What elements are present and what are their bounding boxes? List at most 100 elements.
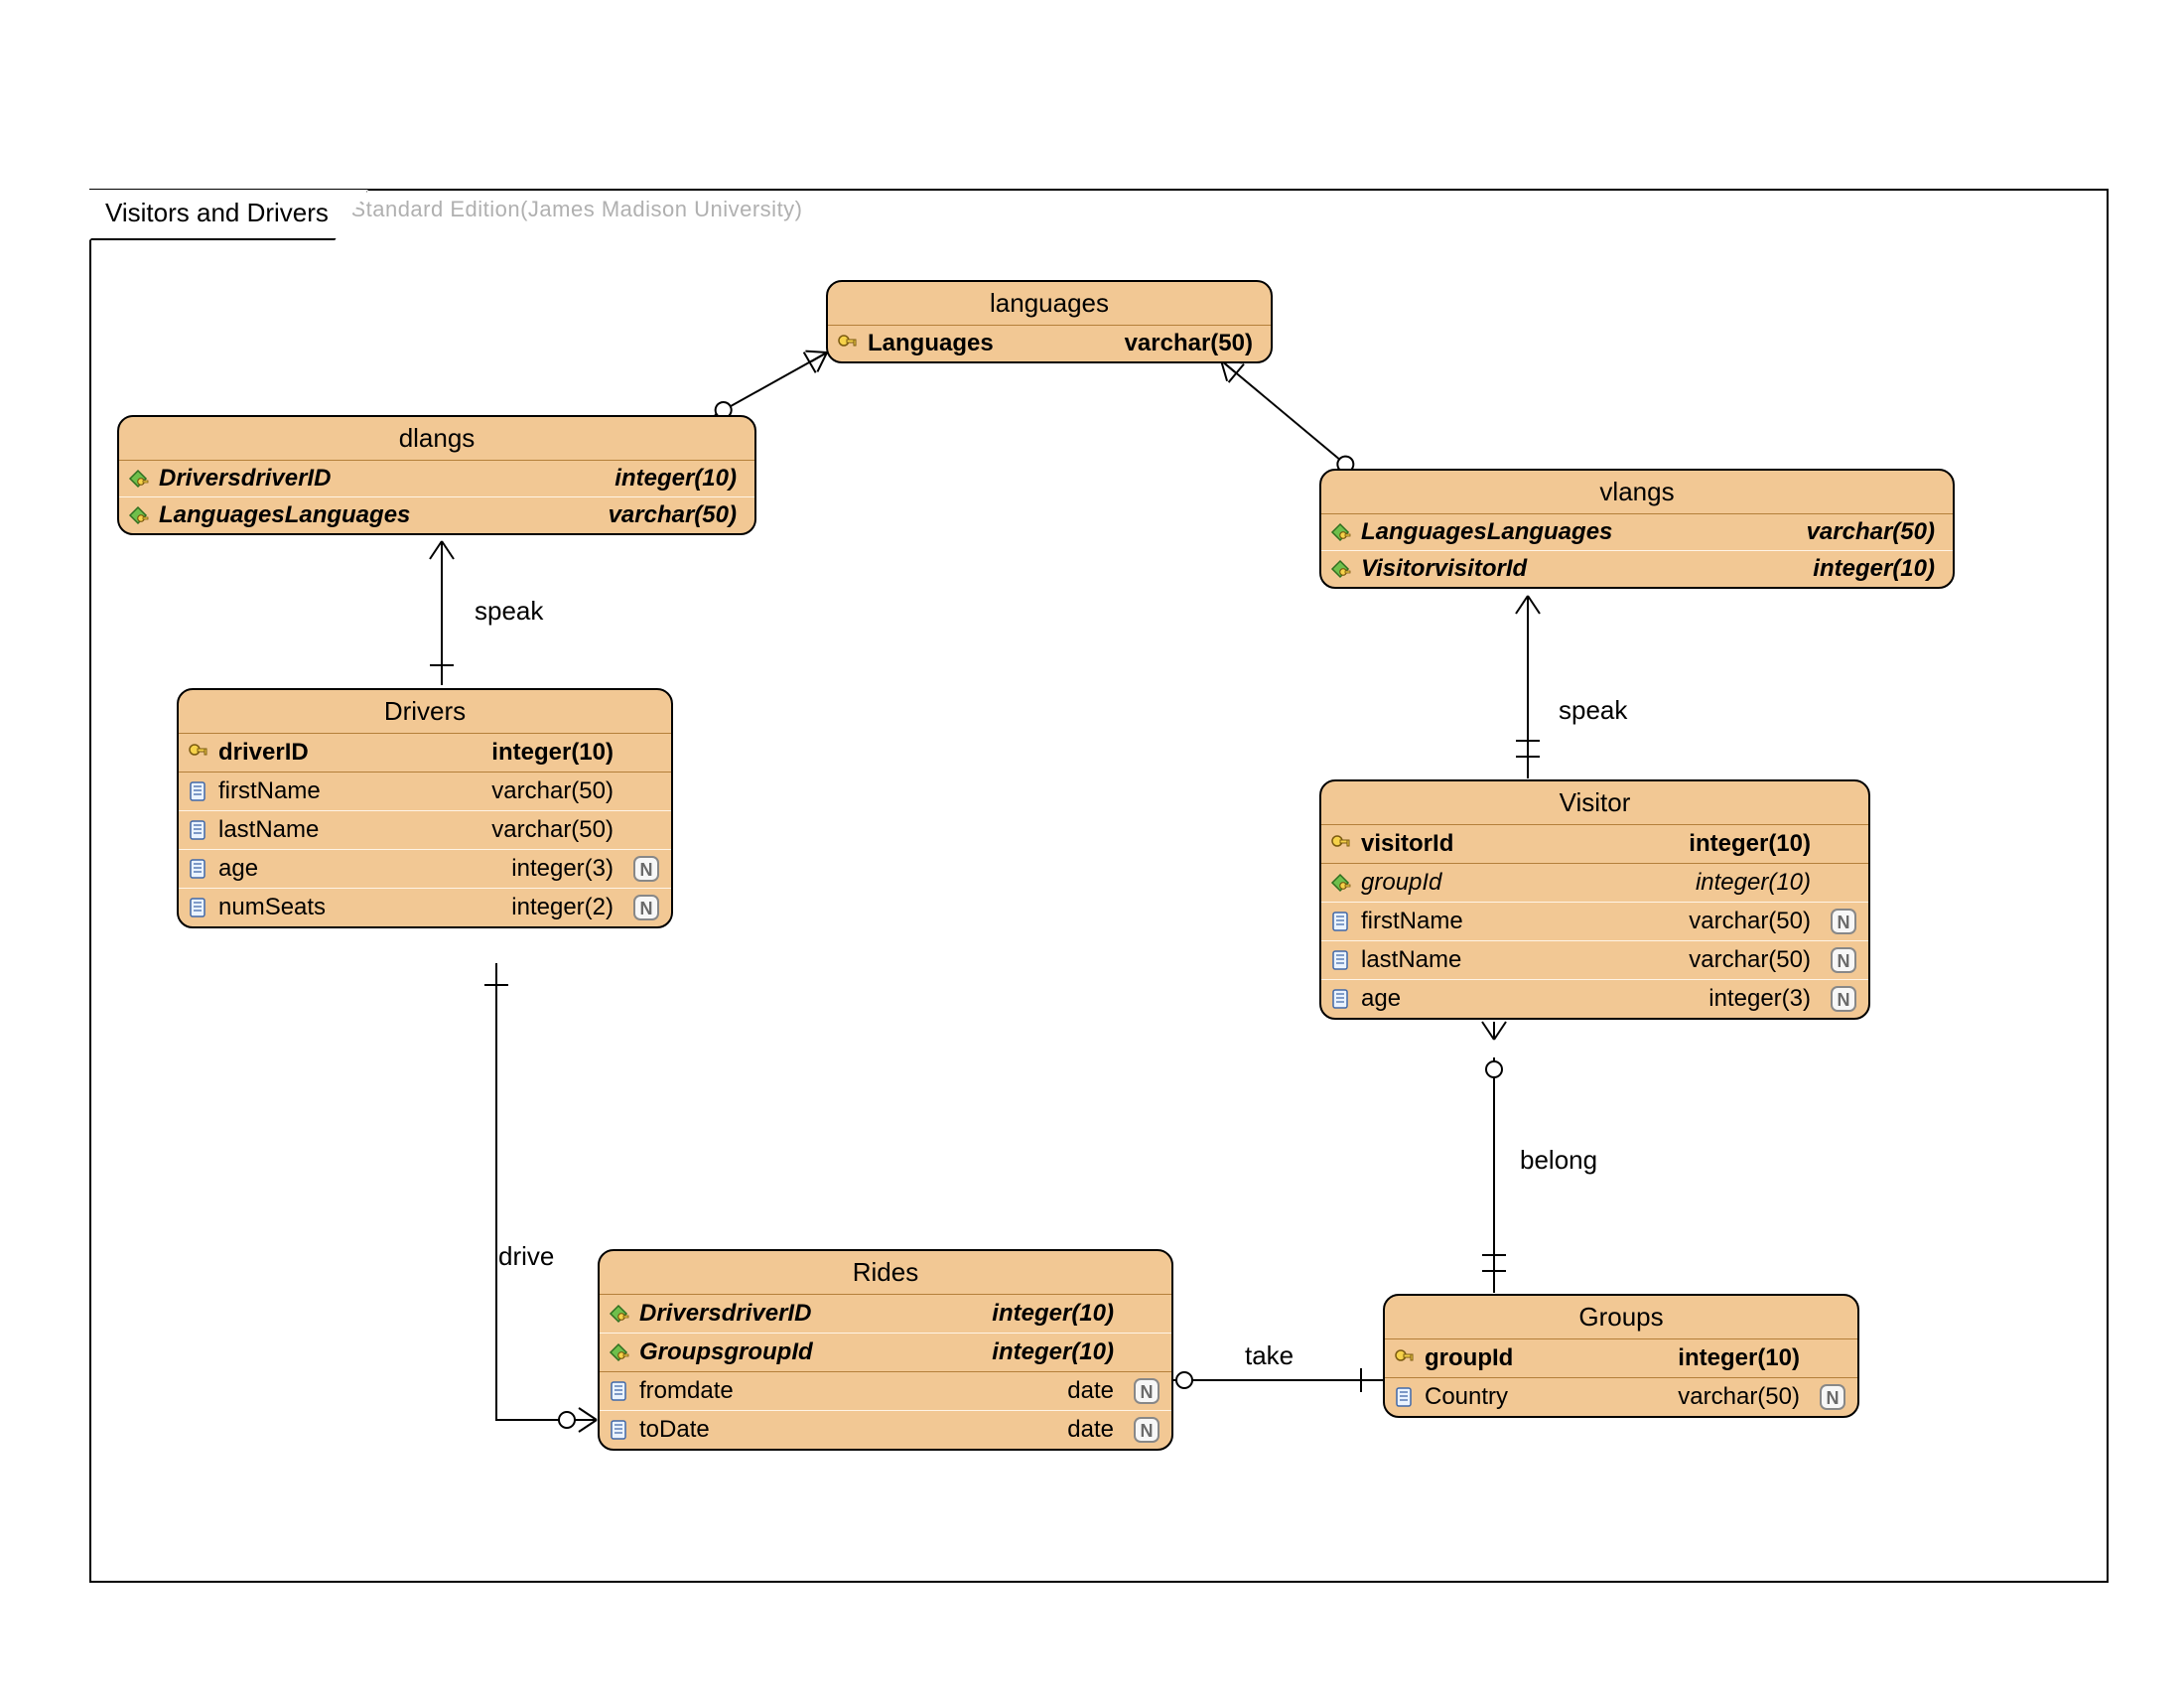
col-name: Country [1425, 1383, 1668, 1411]
label-speak-vlangs: speak [1559, 695, 1627, 726]
fk-icon [608, 1300, 629, 1328]
col-type: varchar(50) [1689, 946, 1819, 974]
fk-icon [1329, 555, 1351, 583]
column-icon [1329, 908, 1351, 935]
entity-title: vlangs [1321, 471, 1953, 514]
col-name: Languages [868, 330, 1115, 357]
col-type: varchar(50) [1125, 330, 1261, 357]
nullable-icon [631, 854, 661, 884]
nullable-icon [1829, 984, 1858, 1014]
label-speak-dlangs: speak [475, 596, 543, 627]
col-type: varchar(50) [1689, 908, 1819, 935]
col-type: integer(10) [1678, 1344, 1808, 1372]
entity-groups[interactable]: Groups groupId integer(10) Country varch… [1383, 1294, 1859, 1418]
col-name: numSeats [218, 894, 501, 921]
nullable-icon [1132, 1415, 1161, 1445]
col-name: firstName [1361, 908, 1679, 935]
col-name: GroupsgroupId [639, 1338, 982, 1366]
col-type: integer(10) [1689, 830, 1819, 858]
col-type: date [1067, 1416, 1122, 1444]
nullable-icon [1829, 945, 1858, 975]
col-type: varchar(50) [491, 816, 621, 844]
column-icon [608, 1416, 629, 1444]
col-name: VisitorvisitorId [1361, 555, 1803, 583]
col-row: fromdate date [600, 1372, 1171, 1410]
col-row: VisitorvisitorId integer(10) [1321, 550, 1953, 587]
col-row: groupId integer(10) [1321, 864, 1868, 902]
entity-languages[interactable]: languages Languages varchar(50) [826, 280, 1273, 363]
col-name: groupId [1361, 869, 1686, 897]
col-type: date [1067, 1377, 1122, 1405]
nullable-icon [631, 893, 661, 922]
entity-title: Groups [1385, 1296, 1857, 1339]
col-row: GroupsgroupId integer(10) [600, 1333, 1171, 1371]
entity-title: Visitor [1321, 781, 1868, 825]
col-type: integer(2) [511, 894, 621, 921]
entity-vlangs[interactable]: vlangs LanguagesLanguages varchar(50) Vi… [1319, 469, 1955, 589]
nullable-icon [1132, 1376, 1161, 1406]
column-icon [608, 1377, 629, 1405]
col-name: DriversdriverID [639, 1300, 982, 1328]
entity-title: languages [828, 282, 1271, 326]
col-name: fromdate [639, 1377, 1057, 1405]
fk-icon [1329, 869, 1351, 897]
col-row: age integer(3) [1321, 979, 1868, 1018]
col-type: integer(10) [992, 1338, 1122, 1366]
column-icon [1329, 946, 1351, 974]
entity-dlangs[interactable]: dlangs DriversdriverID integer(10) Langu… [117, 415, 756, 535]
col-row: Languages varchar(50) [828, 326, 1271, 361]
col-type: varchar(50) [609, 501, 745, 529]
fk-icon [127, 465, 149, 492]
col-row: LanguagesLanguages varchar(50) [119, 496, 754, 533]
fk-icon [608, 1338, 629, 1366]
column-icon [187, 777, 208, 805]
column-icon [187, 894, 208, 921]
col-name: visitorId [1361, 830, 1679, 858]
label-belong: belong [1520, 1145, 1597, 1176]
col-name: LanguagesLanguages [159, 501, 599, 529]
col-row: Country varchar(50) [1385, 1378, 1857, 1416]
column-icon [1329, 985, 1351, 1013]
col-row: numSeats integer(2) [179, 888, 671, 926]
pk-icon [187, 739, 208, 767]
col-type: integer(10) [614, 465, 745, 492]
col-name: age [218, 855, 501, 883]
col-row: DriversdriverID integer(10) [600, 1295, 1171, 1333]
col-row: LanguagesLanguages varchar(50) [1321, 514, 1953, 550]
col-type: integer(10) [992, 1300, 1122, 1328]
col-type: integer(10) [1813, 555, 1943, 583]
col-row: toDate date [600, 1410, 1171, 1449]
entity-title: dlangs [119, 417, 754, 461]
col-row: firstName varchar(50) [1321, 902, 1868, 940]
col-row: lastName varchar(50) [179, 810, 671, 849]
pk-icon [1393, 1344, 1415, 1372]
col-type: integer(10) [491, 739, 621, 767]
col-type: integer(3) [1708, 985, 1819, 1013]
col-row: firstName varchar(50) [179, 773, 671, 810]
column-icon [1393, 1383, 1415, 1411]
label-drive: drive [498, 1241, 554, 1272]
column-icon [187, 855, 208, 883]
entity-drivers[interactable]: Drivers driverID integer(10) firstName v… [177, 688, 673, 928]
col-name: firstName [218, 777, 481, 805]
col-name: LanguagesLanguages [1361, 518, 1797, 546]
col-row: driverID integer(10) [179, 734, 671, 772]
col-row: age integer(3) [179, 849, 671, 888]
label-take: take [1245, 1340, 1294, 1371]
entity-visitor[interactable]: Visitor visitorId integer(10) groupId in… [1319, 779, 1870, 1020]
fk-icon [127, 501, 149, 529]
column-icon [187, 816, 208, 844]
frame-title: Visitors and Drivers [89, 190, 368, 240]
col-name: DriversdriverID [159, 465, 605, 492]
entity-title: Rides [600, 1251, 1171, 1295]
col-row: visitorId integer(10) [1321, 825, 1868, 863]
entity-rides[interactable]: Rides DriversdriverID integer(10) Groups… [598, 1249, 1173, 1451]
col-row: DriversdriverID integer(10) [119, 461, 754, 496]
nullable-icon [1818, 1382, 1847, 1412]
col-type: varchar(50) [491, 777, 621, 805]
col-name: groupId [1425, 1344, 1668, 1372]
fk-icon [1329, 518, 1351, 546]
col-name: driverID [218, 739, 481, 767]
col-type: integer(3) [511, 855, 621, 883]
pk-icon [836, 330, 858, 357]
